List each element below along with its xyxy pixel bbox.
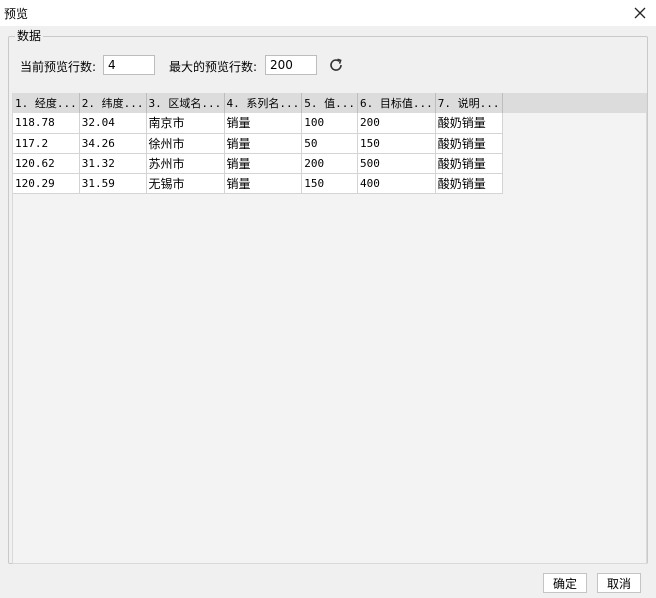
refresh-button[interactable]	[327, 56, 345, 74]
max-rows-input[interactable]: 200	[265, 55, 317, 75]
table-cell: 500	[357, 153, 436, 174]
max-rows-label: 最大的预览行数:	[169, 60, 258, 74]
column-header[interactable]: 3. 区域名...	[146, 93, 225, 113]
table-cell: 34.26	[79, 133, 147, 154]
table-cell: 50	[301, 133, 358, 154]
data-panel: 数据 当前预览行数: 4 最大的预览行数: 200 1. 经度... 2. 纬度…	[6, 28, 650, 566]
table-cell: 酸奶销量	[435, 133, 503, 154]
table-cell: 南京市	[146, 113, 225, 134]
column-header[interactable]: 2. 纬度...	[79, 93, 147, 113]
table-cell: 200	[301, 153, 358, 174]
table-cell: 销量	[224, 173, 303, 194]
column-header[interactable]: 5. 值...	[301, 93, 358, 113]
ok-button[interactable]: 确定	[543, 573, 587, 593]
table-cell: 117.2	[13, 133, 80, 154]
table-cell: 150	[357, 133, 436, 154]
column-header[interactable]: 1. 经度...	[13, 93, 80, 113]
table-cell: 100	[301, 113, 358, 134]
current-rows-label: 当前预览行数:	[20, 60, 97, 74]
preview-table-area: 1. 经度... 2. 纬度... 3. 区域名... 4. 系列名... 5.…	[12, 93, 647, 564]
table-cell: 销量	[224, 153, 303, 174]
table-row[interactable]: 118.78 32.04 南京市 销量 100 200 酸奶销量	[13, 113, 503, 134]
window-title: 预览	[4, 7, 29, 21]
table-cell: 400	[357, 173, 436, 194]
table-cell: 150	[301, 173, 358, 194]
table-cell: 31.32	[79, 153, 147, 174]
column-header[interactable]: 6. 目标值...	[357, 93, 436, 113]
table-row[interactable]: 120.62 31.32 苏州市 销量 200 500 酸奶销量	[13, 153, 503, 174]
close-button[interactable]	[628, 2, 652, 24]
table-cell: 无锡市	[146, 173, 225, 194]
table-row[interactable]: 120.29 31.59 无锡市 销量 150 400 酸奶销量	[13, 173, 503, 194]
refresh-icon	[330, 58, 342, 71]
close-icon	[634, 7, 646, 19]
title-bar: 预览	[0, 0, 656, 26]
table-cell: 32.04	[79, 113, 147, 134]
table-cell: 酸奶销量	[435, 113, 503, 134]
preview-table: 1. 经度... 2. 纬度... 3. 区域名... 4. 系列名... 5.…	[13, 93, 503, 194]
column-header[interactable]: 7. 说明...	[435, 93, 503, 113]
table-header-row: 1. 经度... 2. 纬度... 3. 区域名... 4. 系列名... 5.…	[13, 93, 503, 113]
group-label: 数据	[15, 29, 44, 43]
current-rows-input[interactable]: 4	[103, 55, 155, 75]
table-cell: 销量	[224, 113, 303, 134]
table-cell: 酸奶销量	[435, 153, 503, 174]
table-cell: 苏州市	[146, 153, 225, 174]
table-cell: 销量	[224, 133, 303, 154]
table-cell: 120.62	[13, 153, 80, 174]
table-cell: 120.29	[13, 173, 80, 194]
data-group: 数据 当前预览行数: 4 最大的预览行数: 200 1. 经度... 2. 纬度…	[8, 29, 648, 564]
table-cell: 酸奶销量	[435, 173, 503, 194]
table-cell: 31.59	[79, 173, 147, 194]
table-cell: 徐州市	[146, 133, 225, 154]
cancel-button[interactable]: 取消	[597, 573, 641, 593]
table-cell: 118.78	[13, 113, 80, 134]
table-cell: 200	[357, 113, 436, 134]
table-row[interactable]: 117.2 34.26 徐州市 销量 50 150 酸奶销量	[13, 133, 503, 154]
column-header[interactable]: 4. 系列名...	[224, 93, 303, 113]
